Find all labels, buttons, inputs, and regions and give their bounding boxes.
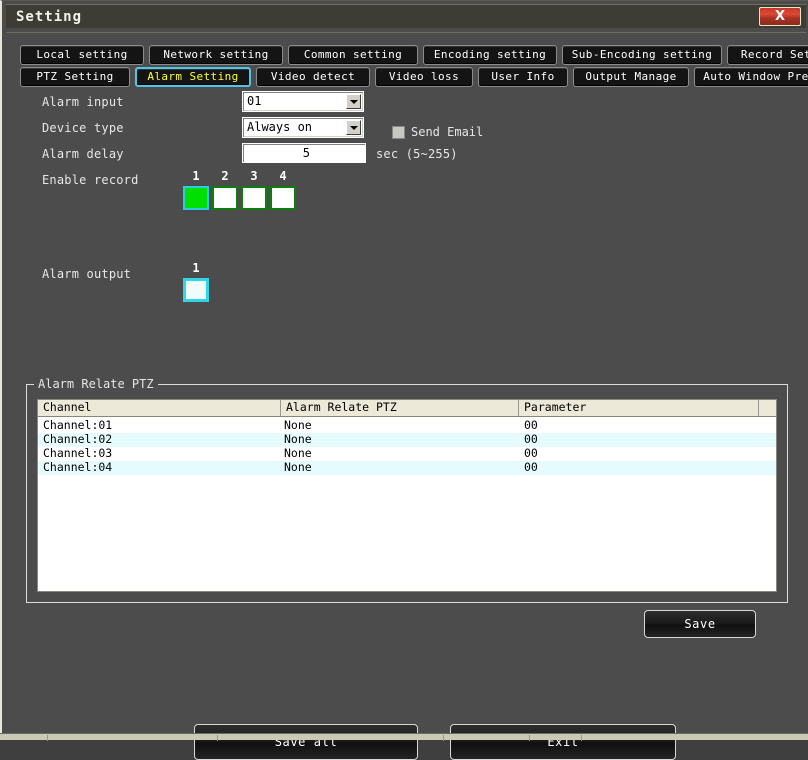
enable-record-label: Enable record — [42, 173, 139, 187]
enable-record-checkbox-1[interactable] — [183, 186, 209, 210]
setting-window: Setting X Local setting Network setting … — [0, 0, 808, 760]
send-email-label: Send Email — [411, 125, 484, 139]
tab-network-setting[interactable]: Network setting — [149, 45, 283, 65]
exit-button[interactable]: Exit — [450, 724, 676, 760]
chevron-down-icon[interactable] — [346, 120, 361, 135]
tab-video-loss[interactable]: Video loss — [375, 67, 473, 87]
save-all-button[interactable]: Save all — [194, 724, 418, 760]
tab-local-setting[interactable]: Local setting — [20, 45, 144, 65]
alarm-output-checkbox-1[interactable] — [183, 278, 209, 302]
taskbar-strip — [0, 733, 808, 741]
tab-user-info[interactable]: User Info — [478, 67, 568, 87]
tab-video-detect[interactable]: Video detect — [256, 67, 370, 87]
send-email-checkbox[interactable] — [392, 126, 405, 139]
window-title: Setting — [16, 9, 83, 25]
cell-parameter: 00 — [524, 446, 538, 460]
save-button[interactable]: Save — [644, 610, 756, 638]
tab-sub-encoding-setting[interactable]: Sub-Encoding setting — [562, 45, 722, 65]
cell-channel: Channel:04 — [43, 460, 113, 474]
alarm-output-channel-number-1: 1 — [192, 261, 200, 275]
column-header-alarm-relate-ptz[interactable]: Alarm Relate PTZ — [281, 400, 519, 416]
tab-common-setting[interactable]: Common setting — [288, 45, 418, 65]
tab-encoding-setting[interactable]: Encoding setting — [423, 45, 557, 65]
alarm-delay-value: 5 — [302, 146, 310, 160]
cell-parameter: 00 — [524, 460, 538, 474]
cell-relate: None — [284, 418, 312, 432]
enable-record-checkbox-4[interactable] — [270, 186, 296, 210]
alarm-input-select[interactable]: 01 — [242, 91, 364, 112]
cell-channel: Channel:01 — [43, 418, 113, 432]
chevron-down-icon[interactable] — [346, 94, 361, 109]
tab-record-setting[interactable]: Record Setting — [727, 45, 808, 65]
device-type-label: Device type — [42, 121, 124, 135]
taskbar-segment[interactable] — [444, 735, 530, 741]
table-row[interactable]: Channel:04 None 00 — [38, 461, 776, 475]
alarm-delay-label: Alarm delay — [42, 147, 124, 161]
table-header-row: Channel Alarm Relate PTZ Parameter — [38, 400, 776, 417]
table-row[interactable]: Channel:01 None 00 — [38, 419, 776, 433]
cell-relate: None — [284, 446, 312, 460]
alarm-delay-input[interactable]: 5 — [242, 143, 366, 163]
enable-record-checkbox-3[interactable] — [241, 186, 267, 210]
alarm-input-label: Alarm input — [42, 95, 124, 109]
column-header-channel[interactable]: Channel — [38, 400, 281, 416]
enable-record-channel-number-3: 3 — [250, 169, 258, 183]
column-header-parameter[interactable]: Parameter — [519, 400, 759, 416]
enable-record-checkbox-2[interactable] — [212, 186, 238, 210]
taskbar-segment[interactable] — [0, 735, 48, 741]
taskbar-segment[interactable] — [530, 735, 582, 741]
enable-record-channel-number-2: 2 — [221, 169, 229, 183]
alarm-output-label: Alarm output — [42, 267, 132, 281]
cell-relate: None — [284, 460, 312, 474]
tab-row-primary: Local setting Network setting Common set… — [20, 45, 808, 65]
cell-relate: None — [284, 432, 312, 446]
cell-parameter: 00 — [524, 418, 538, 432]
tab-output-manage[interactable]: Output Manage — [573, 67, 689, 87]
main-panel: Local setting Network setting Common set… — [6, 32, 808, 760]
enable-record-channel-number-4: 4 — [279, 169, 287, 183]
enable-record-channel-number-1: 1 — [192, 169, 200, 183]
table-row[interactable]: Channel:02 None 00 — [38, 433, 776, 447]
cell-parameter: 00 — [524, 432, 538, 446]
close-icon: X — [774, 9, 786, 24]
cell-channel: Channel:03 — [43, 446, 113, 460]
title-bar: Setting X — [6, 4, 806, 28]
tab-row-secondary: PTZ Setting Alarm Setting Video detect V… — [20, 67, 808, 87]
alarm-input-value: 01 — [247, 94, 262, 108]
alarm-relate-ptz-table[interactable]: Channel Alarm Relate PTZ Parameter Chann… — [37, 399, 777, 592]
tab-alarm-setting[interactable]: Alarm Setting — [135, 67, 251, 87]
alarm-delay-unit-label: sec (5~255) — [376, 147, 458, 161]
taskbar-segment[interactable] — [218, 735, 444, 741]
device-type-select[interactable]: Always on — [242, 117, 364, 138]
close-button[interactable]: X — [759, 7, 801, 26]
cell-channel: Channel:02 — [43, 432, 113, 446]
taskbar-segment[interactable] — [48, 735, 218, 741]
tab-auto-window-preview[interactable]: Auto Window Preview — [694, 67, 808, 87]
alarm-relate-ptz-legend: Alarm Relate PTZ — [34, 377, 158, 391]
tab-ptz-setting[interactable]: PTZ Setting — [20, 67, 130, 87]
device-type-value: Always on — [247, 120, 313, 134]
column-header-spacer[interactable] — [759, 400, 776, 416]
table-row[interactable]: Channel:03 None 00 — [38, 447, 776, 461]
